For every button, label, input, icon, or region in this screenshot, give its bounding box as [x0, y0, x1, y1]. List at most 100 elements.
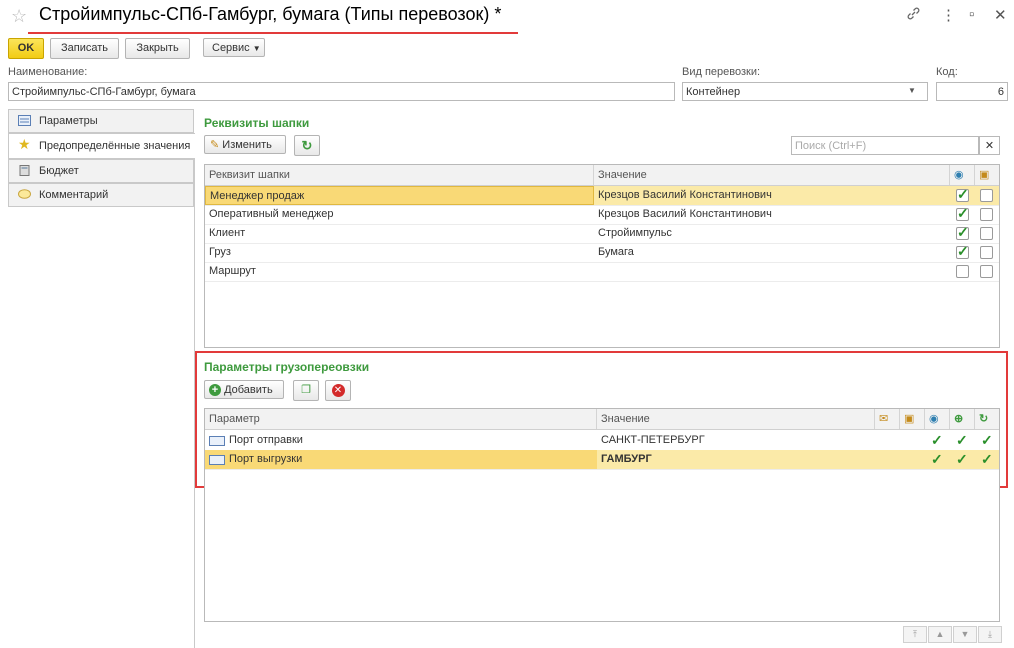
minimize-icon[interactable]: ▫ [969, 6, 974, 23]
params-grid-columns: Параметр Значение ✉ ▣ ◉ ⊕ ↻ [205, 409, 999, 430]
service-menu-button[interactable]: Сервис ▼ [203, 38, 265, 57]
table-row[interactable]: Клиент Стройимпульс [205, 224, 999, 244]
delete-button[interactable]: ✕ [325, 380, 351, 401]
clear-search-button[interactable]: ✕ [979, 136, 1000, 155]
checkbox-global[interactable] [956, 186, 969, 203]
copy-icon: ❐ [301, 384, 311, 396]
cell-name[interactable]: Менеджер продаж [205, 186, 594, 205]
cell-name[interactable]: Оперативный менеджер [205, 205, 333, 224]
copy-button[interactable]: ❐ [293, 380, 319, 401]
check-icon: ✓ [956, 432, 968, 448]
column-header-value[interactable]: Значение [594, 165, 950, 185]
sidebar-item-predefined[interactable]: ★ Предопределённые значения [8, 133, 195, 159]
table-row[interactable]: Груз Бумага [205, 243, 999, 263]
box-icon: ▣ [904, 413, 915, 425]
star-icon: ★ [18, 136, 31, 152]
parameter-icon [209, 436, 225, 446]
title-underline [28, 32, 518, 34]
code-field[interactable]: 6 [936, 82, 1008, 101]
cell-name[interactable]: Клиент [205, 224, 245, 243]
envelope-icon: ✉ [879, 413, 889, 425]
cell-value[interactable]: Крезцов Василий Константинович [594, 205, 772, 224]
globe-icon: ◉ [929, 413, 939, 425]
search-input[interactable]: Поиск (Ctrl+F) [791, 136, 979, 155]
checkbox-box[interactable] [980, 246, 993, 259]
plus-icon: + [209, 384, 221, 396]
close-button[interactable]: Закрыть [125, 38, 190, 59]
edit-button[interactable]: ✎ Изменить [204, 135, 286, 154]
checkbox-global[interactable] [956, 205, 969, 222]
cell-name[interactable]: Маршрут [205, 262, 256, 281]
move-down-button[interactable]: ▼ [953, 626, 977, 643]
move-top-button[interactable]: ⤒ [903, 626, 927, 643]
add-button[interactable]: + Добавить [204, 380, 284, 399]
cell-value[interactable]: САНКТ-ПЕТЕРБУРГ [597, 431, 705, 450]
column-header-envelope[interactable]: ✉ [875, 409, 900, 429]
cell-value[interactable]: Крезцов Василий Константинович [594, 186, 772, 205]
cell-value[interactable]: ГАМБУРГ [597, 450, 652, 469]
checkbox-global[interactable] [956, 243, 969, 260]
column-header-box[interactable]: ▣ [900, 409, 925, 429]
column-header-value[interactable]: Значение [597, 409, 875, 429]
column-header-add[interactable]: ⊕ [950, 409, 975, 429]
sidebar-item-label: Предопределённые значения [39, 140, 191, 152]
globe-icon: ◉ [954, 169, 964, 181]
cell-value[interactable]: Бумага [594, 243, 634, 262]
service-label: Сервис [212, 42, 250, 54]
favorite-star-icon[interactable]: ☆ [11, 6, 27, 27]
params-grid: Параметр Значение ✉ ▣ ◉ ⊕ ↻ Порт отправк… [204, 408, 1000, 622]
dropdown-arrow-icon: ▼ [252, 44, 261, 53]
column-header-requisite[interactable]: Реквизит шапки [205, 165, 594, 185]
sidebar-item-label: Бюджет [39, 165, 79, 177]
checkbox-global[interactable] [956, 265, 969, 278]
link-icon[interactable] [906, 6, 921, 25]
pencil-icon: ✎ [210, 139, 220, 151]
params-section-title: Параметры грузопереовзки [204, 360, 370, 374]
add-label: Добавить [224, 384, 273, 396]
table-row[interactable]: Оперативный менеджер Крезцов Василий Кон… [205, 205, 999, 225]
cell-parameter[interactable]: Порт выгрузки [205, 450, 597, 469]
transport-label: Вид перевозки: [682, 66, 761, 78]
more-icon[interactable]: ⋮ [941, 6, 956, 24]
checkbox-box[interactable] [980, 208, 993, 221]
parameter-label: Порт отправки [229, 434, 303, 446]
plus-circle-icon: ⊕ [954, 413, 964, 425]
column-header-box[interactable]: ▣ [975, 165, 999, 185]
header-grid-columns: Реквизит шапки Значение ◉ ▣ [205, 165, 999, 186]
refresh-button[interactable]: ↻ [294, 135, 320, 156]
column-header-parameter[interactable]: Параметр [205, 409, 597, 429]
cell-name[interactable]: Груз [205, 243, 231, 262]
dropdown-arrow-icon[interactable]: ▼ [908, 86, 916, 95]
column-header-refresh[interactable]: ↻ [975, 409, 999, 429]
checkbox-box[interactable] [980, 265, 993, 278]
header-section-title: Реквизиты шапки [204, 116, 310, 130]
check-icon: ✓ [981, 432, 993, 448]
sidebar-item-budget[interactable]: Бюджет [8, 159, 194, 183]
column-header-globe[interactable]: ◉ [950, 165, 975, 185]
move-up-button[interactable]: ▲ [928, 626, 952, 643]
cell-value[interactable] [594, 262, 598, 281]
sidebar-item-comment[interactable]: Комментарий [8, 183, 194, 207]
column-header-globe[interactable]: ◉ [925, 409, 950, 429]
parameter-icon [209, 455, 225, 465]
checkbox-box[interactable] [980, 227, 993, 240]
close-icon[interactable]: ✕ [994, 6, 1007, 24]
ok-button[interactable]: OK [8, 38, 44, 59]
search-placeholder: Поиск (Ctrl+F) [795, 140, 867, 152]
save-button[interactable]: Записать [50, 38, 119, 59]
code-label: Код: [936, 66, 958, 78]
move-bottom-button[interactable]: ⤓ [978, 626, 1002, 643]
table-row[interactable]: Порт отправки САНКТ-ПЕТЕРБУРГ ✓ ✓ ✓ [205, 431, 999, 451]
comment-icon [18, 189, 31, 199]
cell-parameter[interactable]: Порт отправки [205, 431, 303, 450]
cell-value[interactable]: Стройимпульс [594, 224, 672, 243]
sidebar-item-parameters[interactable]: Параметры [8, 109, 194, 133]
checkbox-global[interactable] [956, 224, 969, 241]
transport-select[interactable]: Контейнер [682, 82, 928, 101]
table-row[interactable]: Менеджер продаж Крезцов Василий Констант… [205, 186, 999, 206]
table-row[interactable]: Маршрут [205, 262, 999, 282]
table-row[interactable]: Порт выгрузки ГАМБУРГ ✓ ✓ ✓ [205, 450, 999, 470]
sidebar-item-label: Параметры [39, 115, 98, 127]
name-field[interactable]: Стройимпульс-СПб-Гамбург, бумага [8, 82, 675, 101]
checkbox-box[interactable] [980, 189, 993, 202]
